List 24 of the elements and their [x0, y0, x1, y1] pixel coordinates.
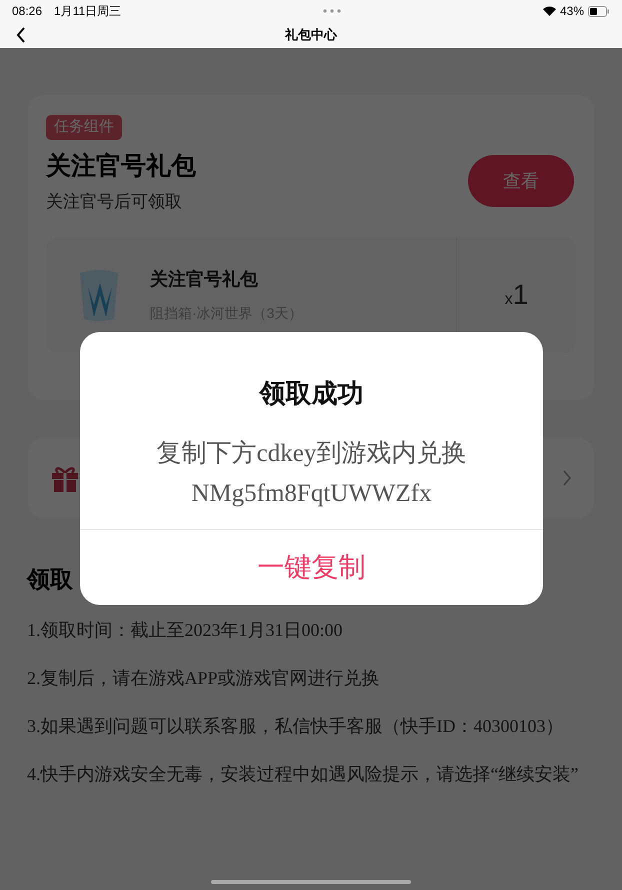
page-title: 礼包中心	[285, 26, 337, 44]
back-icon[interactable]	[16, 27, 26, 43]
chevron-icon	[562, 470, 572, 486]
dialog-title: 领取成功	[260, 377, 364, 410]
cdkey-text: NMg5fm8FqtUWWZfx	[191, 478, 432, 508]
dialog-message: 复制下方cdkey到游戏内兑换	[156, 438, 466, 469]
rule-text: 4.快手内游戏安全无毒，安装过程中如遇风险提示，请选择“继续安装”	[27, 762, 580, 786]
rule-text: 2.复制后，请在游戏APP或游戏官网进行兑换	[27, 666, 381, 690]
status-time: 08:26	[12, 3, 42, 20]
copy-button[interactable]: 一键复制	[258, 547, 366, 588]
wifi-icon	[542, 6, 556, 16]
view-button[interactable]: 查看	[468, 155, 574, 207]
more-icon	[323, 9, 342, 13]
item-quantity: x1	[504, 278, 528, 312]
battery-icon	[588, 6, 610, 16]
task-tag: 任务组件	[46, 115, 122, 140]
item-name: 关注官号礼包	[150, 268, 259, 290]
battery-percent: 43%	[560, 3, 584, 20]
gift-title: 关注官号礼包	[46, 150, 196, 182]
rule-text: 3.如果遇到问题可以联系客服，私信快手客服（快手ID：40300103）	[27, 714, 564, 738]
rule-text: 1.领取时间：截止至2023年1月31日00:00	[27, 618, 344, 642]
gift-subtitle: 关注官号后可领取	[46, 191, 183, 213]
section-title: 领取	[27, 566, 73, 592]
status-date: 1月11日周三	[54, 3, 122, 20]
